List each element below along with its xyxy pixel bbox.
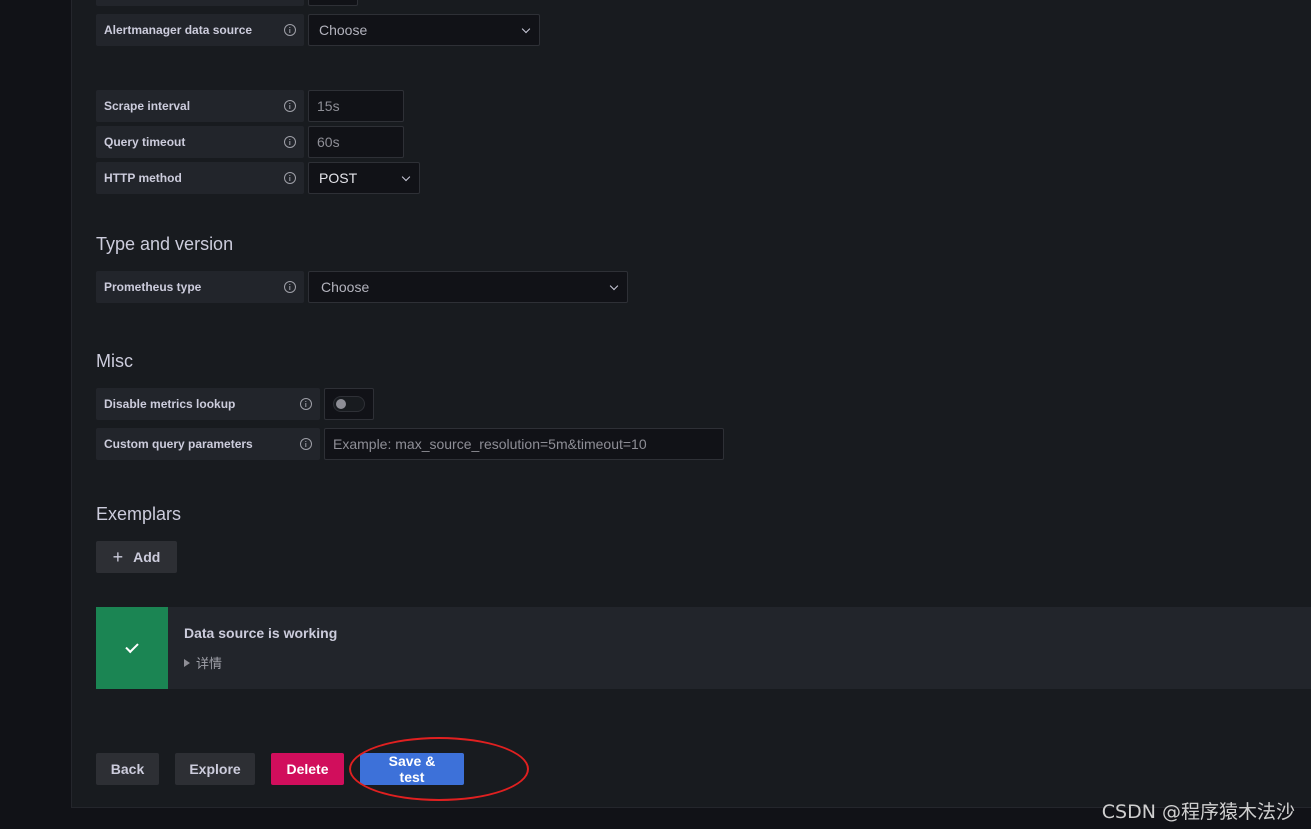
http-method-label: HTTP method: [96, 162, 304, 194]
prometheus-type-label-text: Prometheus type: [104, 280, 202, 294]
partial-label: [96, 0, 304, 6]
scrape-interval-input[interactable]: 15s: [308, 90, 404, 122]
add-exemplar-label: Add: [133, 549, 161, 565]
plus-icon: +: [112, 547, 124, 567]
toggle-knob: [336, 399, 346, 409]
delete-button[interactable]: Delete: [271, 753, 344, 785]
disable-metrics-lookup-toggle[interactable]: [333, 396, 365, 412]
alertmanager-select[interactable]: Choose: [308, 14, 540, 46]
alert-details-label: 详情: [196, 656, 223, 671]
add-exemplar-button[interactable]: + Add: [96, 541, 177, 573]
checkmark-icon: [125, 639, 139, 654]
custom-query-parameters-input[interactable]: Example: max_source_resolution=5m&timeou…: [324, 428, 724, 460]
section-title-misc: Misc: [96, 351, 133, 371]
custom-query-parameters-row: Custom query parameters Example: max_sou…: [96, 428, 724, 460]
scrape-interval-placeholder: 15s: [317, 98, 340, 114]
save-test-button[interactable]: Save & test: [360, 753, 464, 785]
scrape-interval-label: Scrape interval: [96, 90, 304, 122]
custom-query-parameters-label-text: Custom query parameters: [104, 437, 253, 451]
prometheus-type-row: Prometheus type Choose: [96, 271, 628, 303]
info-icon[interactable]: [284, 24, 296, 36]
prometheus-type-label: Prometheus type: [96, 271, 304, 303]
alert-details-toggle[interactable]: 详情: [184, 653, 337, 672]
custom-query-parameters-label: Custom query parameters: [96, 428, 320, 460]
disable-metrics-lookup-label-text: Disable metrics lookup: [104, 397, 236, 411]
prometheus-type-value: Choose: [321, 279, 370, 295]
alertmanager-label: Alertmanager data source: [96, 14, 304, 46]
scrape-interval-row: Scrape interval 15s: [96, 90, 404, 122]
partial-row: [96, 0, 358, 6]
section-title-type-version: Type and version: [96, 234, 234, 254]
datasource-status-alert: Data source is working 详情: [96, 607, 1311, 689]
http-method-row: HTTP method POST: [96, 162, 420, 194]
info-icon[interactable]: [284, 172, 296, 184]
info-icon[interactable]: [300, 438, 312, 450]
back-button[interactable]: Back: [96, 753, 159, 785]
partial-input[interactable]: [308, 0, 358, 6]
custom-query-parameters-placeholder: Example: max_source_resolution=5m&timeou…: [333, 436, 647, 452]
http-method-value: POST: [319, 170, 358, 186]
info-icon[interactable]: [300, 398, 312, 410]
http-method-select[interactable]: POST: [308, 162, 420, 194]
query-timeout-label: Query timeout: [96, 126, 304, 158]
info-icon[interactable]: [284, 136, 296, 148]
query-timeout-label-text: Query timeout: [104, 135, 186, 149]
query-timeout-row: Query timeout 60s: [96, 126, 404, 158]
disable-metrics-lookup-row: Disable metrics lookup: [96, 388, 374, 420]
alert-icon-area: [96, 607, 168, 689]
section-title-exemplars: Exemplars: [96, 504, 182, 524]
chevron-down-icon: [609, 281, 619, 290]
alert-title: Data source is working: [184, 625, 338, 641]
query-timeout-placeholder: 60s: [317, 134, 340, 150]
alertmanager-select-value: Choose: [319, 22, 368, 38]
disable-metrics-lookup-label: Disable metrics lookup: [96, 388, 320, 420]
alert-body: Data source is working 详情: [168, 607, 337, 689]
caret-right-icon: [184, 658, 190, 667]
explore-button[interactable]: Explore: [175, 753, 255, 785]
info-icon[interactable]: [284, 100, 296, 112]
alertmanager-label-text: Alertmanager data source: [104, 23, 253, 37]
prometheus-type-select[interactable]: Choose: [308, 271, 628, 303]
http-method-label-text: HTTP method: [104, 171, 182, 185]
info-icon[interactable]: [284, 281, 296, 293]
watermark: CSDN @程序猿木法沙: [1101, 801, 1295, 823]
query-timeout-input[interactable]: 60s: [308, 126, 404, 158]
alertmanager-row: Alertmanager data source Choose: [96, 14, 540, 46]
chevron-down-icon: [401, 172, 411, 181]
chevron-down-icon: [521, 24, 531, 33]
disable-metrics-lookup-toggle-container: [324, 388, 374, 420]
scrape-interval-label-text: Scrape interval: [104, 99, 191, 113]
